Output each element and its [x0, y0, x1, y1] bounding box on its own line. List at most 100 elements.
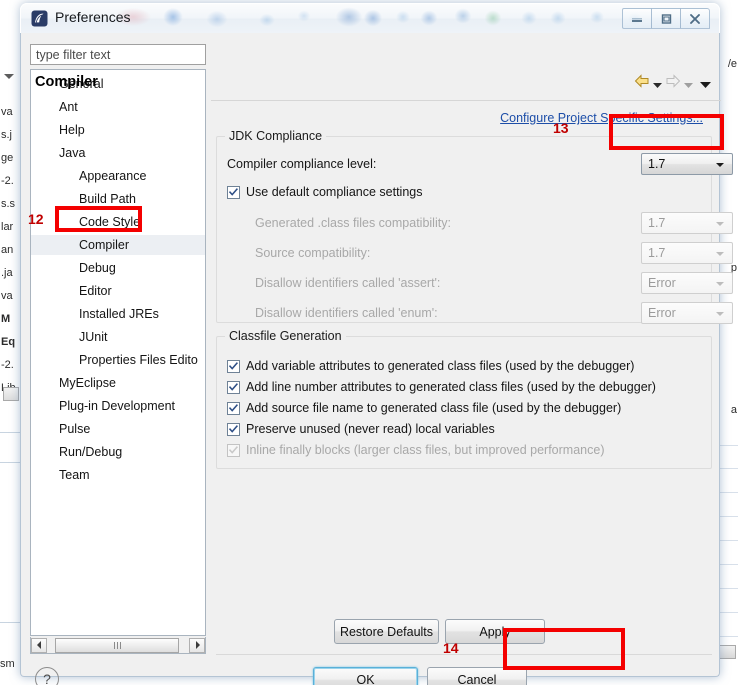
forward-dropdown-icon — [684, 75, 693, 93]
tree-item-help[interactable]: Help — [31, 120, 205, 140]
preferences-tree[interactable]: General Ant Help Java Appearance Build Path Co… — [30, 69, 206, 636]
background-divider — [0, 432, 22, 433]
window-controls — [622, 8, 710, 29]
jdk-row-combo-0: 1.7 — [641, 212, 733, 234]
background-text-fragment: an — [1, 244, 14, 256]
background-text-fragment: ge — [1, 152, 14, 164]
tree-item-junit[interactable]: JUnit — [31, 327, 205, 347]
maximize-button[interactable] — [651, 8, 681, 29]
restore-defaults-button[interactable]: Restore Defaults — [334, 619, 439, 644]
jdk-row-combo-3: Error — [641, 302, 733, 324]
tree-item-run-debug[interactable]: Run/Debug — [31, 442, 205, 462]
scroll-grip-icon — [113, 641, 121, 649]
cancel-button[interactable]: Cancel — [427, 667, 527, 685]
checkbox-box — [227, 359, 240, 373]
background-text-fragment: -2. — [1, 359, 14, 371]
tree-item-myeclipse[interactable]: MyEclipse — [31, 373, 205, 393]
chevron-down-icon — [716, 312, 724, 316]
classfile-option-0[interactable]: Add variable attributes to generated cla… — [227, 359, 634, 373]
tree-item-pulse[interactable]: Pulse — [31, 419, 205, 439]
page-title: Compiler — [35, 74, 98, 90]
use-default-compliance-label: Use default compliance settings — [246, 185, 423, 199]
classfile-option-label-4: Inline finally blocks (larger class file… — [246, 443, 605, 457]
tree-item-build-path[interactable]: Build Path — [31, 189, 205, 209]
checkbox-box — [227, 185, 240, 199]
tree-item-compiler[interactable]: Compiler — [31, 235, 205, 255]
classfile-option-2[interactable]: Add source file name to generated class … — [227, 401, 621, 415]
compliance-level-combo[interactable]: 1.7 — [641, 153, 733, 175]
header-divider — [211, 100, 721, 101]
background-right-scroll-thumb[interactable] — [718, 645, 736, 659]
background-text-fragment: va — [1, 290, 13, 302]
tree-item-java[interactable]: Java — [31, 143, 205, 163]
chevron-down-icon — [716, 282, 724, 286]
scroll-left-arrow-icon[interactable] — [31, 637, 47, 653]
close-button[interactable] — [680, 8, 710, 29]
back-dropdown-icon[interactable] — [653, 75, 662, 93]
background-text-fragment: s.s — [1, 198, 16, 210]
menu-chevron-icon[interactable] — [700, 75, 711, 93]
checkbox-box — [227, 401, 240, 415]
background-scroll-thumb[interactable] — [3, 387, 19, 401]
search-input[interactable]: type filter text — [30, 44, 206, 65]
jdk-row-value-2: Error — [648, 276, 676, 290]
preferences-dialog: Preferences type filter text General Ant… — [20, 3, 733, 685]
dialog-title: Preferences — [55, 9, 131, 25]
background-text-fragment: lar — [1, 221, 14, 233]
annotation-number-13: 13 — [553, 120, 569, 136]
tree-item-debug[interactable]: Debug — [31, 258, 205, 278]
ok-button[interactable]: OK — [313, 667, 418, 685]
apply-button[interactable]: Apply — [445, 619, 545, 644]
tree-item-appearance[interactable]: Appearance — [31, 166, 205, 186]
background-divider — [0, 622, 22, 623]
configure-project-specific-settings-link[interactable]: Configure Project Specific Settings... — [500, 111, 703, 125]
minimize-button[interactable] — [622, 8, 652, 29]
compiler-compliance-level-label: Compiler compliance level: — [227, 157, 377, 171]
scroll-track[interactable] — [47, 637, 189, 653]
annotation-number-12: 12 — [28, 211, 44, 227]
use-default-compliance-checkbox[interactable]: Use default compliance settings — [227, 185, 422, 199]
background-text-fragment: /e — [727, 58, 737, 70]
tree-item-code-style[interactable]: Code Style — [31, 212, 205, 232]
tree-item-team[interactable]: Team — [31, 465, 205, 485]
classfile-option-3[interactable]: Preserve unused (never read) local varia… — [227, 422, 495, 436]
jdk-row-value-3: Error — [648, 306, 676, 320]
dialog-titlebar[interactable]: Preferences — [20, 3, 720, 33]
tree-item-editor[interactable]: Editor — [31, 281, 205, 301]
scroll-thumb[interactable] — [55, 637, 179, 653]
search-input-placeholder: type filter text — [36, 48, 111, 62]
jdk-compliance-title: JDK Compliance — [225, 129, 327, 143]
classfile-option-label-1: Add line number attributes to generated … — [246, 380, 656, 394]
jdk-row-combo-1: 1.7 — [641, 242, 733, 264]
classfile-option-1[interactable]: Add line number attributes to generated … — [227, 380, 656, 394]
compliance-level-value: 1.7 — [648, 157, 666, 171]
back-arrow-icon[interactable] — [634, 74, 650, 93]
jdk-row-combo-2: Error — [641, 272, 733, 294]
scroll-right-arrow-icon[interactable] — [189, 637, 205, 653]
jdk-row-label-3: Disallow identifiers called 'enum': — [255, 306, 438, 320]
chevron-down-icon — [716, 222, 724, 226]
background-text-fragment: va — [1, 106, 13, 118]
classfile-generation-title: Classfile Generation — [225, 329, 346, 343]
background-bottom-fragment: sm — [0, 658, 15, 670]
background-collapse-icon — [4, 74, 14, 79]
jdk-row-label-0: Generated .class files compatibility: — [255, 216, 451, 230]
help-question-icon[interactable]: ? — [35, 667, 59, 685]
page-navigation — [634, 74, 711, 93]
jdk-row-value-1: 1.7 — [648, 246, 666, 260]
tree-horizontal-scrollbar[interactable] — [30, 637, 206, 654]
background-text-fragment: a — [730, 404, 737, 416]
forward-arrow-icon — [665, 74, 681, 93]
tree-item-installed-jres[interactable]: Installed JREs — [31, 304, 205, 324]
tree-item-ant[interactable]: Ant — [31, 97, 205, 117]
footer-divider — [216, 654, 712, 655]
background-text-fragment: -2. — [1, 175, 14, 187]
dialog-body: type filter text General Ant Help Java Appea… — [20, 33, 733, 685]
classfile-option-label-2: Add source file name to generated class … — [246, 401, 622, 415]
tree-item-plug-in-development[interactable]: Plug-in Development — [31, 396, 205, 416]
tree-item-properties-files-edito[interactable]: Properties Files Edito — [31, 350, 205, 370]
checkbox-box — [227, 443, 240, 457]
background-divider — [0, 462, 22, 463]
classfile-option-4: Inline finally blocks (larger class file… — [227, 443, 604, 457]
classfile-option-label-3: Preserve unused (never read) local varia… — [246, 422, 495, 436]
